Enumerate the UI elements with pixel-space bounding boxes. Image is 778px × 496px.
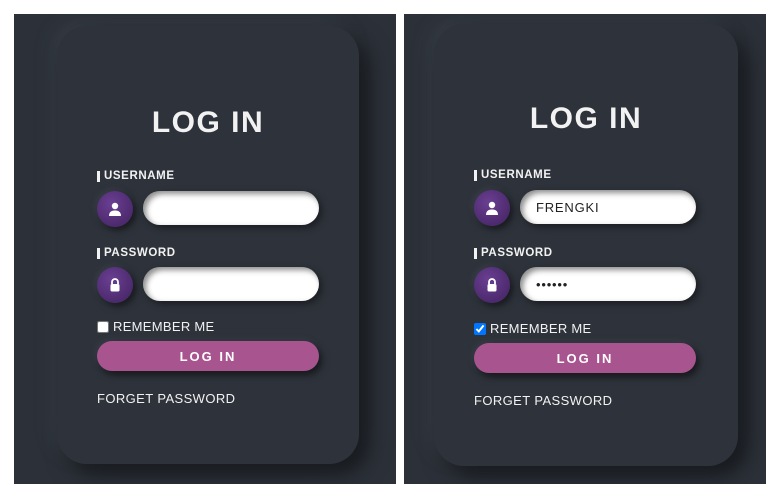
- username-field-wrapper: [520, 190, 696, 224]
- user-icon: [474, 190, 510, 226]
- lock-icon: [97, 267, 133, 303]
- remember-me-checkbox[interactable]: [474, 322, 486, 335]
- username-field-wrapper: [143, 191, 319, 225]
- label-marker: [97, 170, 100, 182]
- password-input[interactable]: [143, 267, 319, 301]
- password-label: PASSWORD: [97, 247, 176, 259]
- password-field-wrapper: [143, 267, 319, 301]
- label-marker: [474, 169, 477, 181]
- password-label: PASSWORD: [474, 247, 553, 259]
- page-title: LOG IN: [151, 106, 265, 139]
- login-card: LOG IN USERNAME PASSWORD: [434, 24, 738, 466]
- label-marker: [474, 247, 477, 259]
- forget-password-link[interactable]: FORGET PASSWORD: [474, 393, 612, 408]
- page-title: LOG IN: [529, 102, 643, 135]
- label-marker: [97, 247, 100, 259]
- password-input[interactable]: [520, 267, 696, 301]
- login-card: LOG IN USERNAME PASSWORD: [57, 26, 359, 464]
- username-label: USERNAME: [97, 170, 175, 182]
- remember-me[interactable]: REMEMBER ME: [474, 321, 592, 336]
- username-label: USERNAME: [474, 169, 552, 181]
- password-label-text: PASSWORD: [481, 247, 553, 259]
- username-input[interactable]: [520, 190, 696, 224]
- username-input[interactable]: [143, 191, 319, 225]
- forget-password-link[interactable]: FORGET PASSWORD: [97, 391, 235, 406]
- login-panel-filled: LOG IN USERNAME PASSWORD: [404, 14, 766, 484]
- remember-me-label: REMEMBER ME: [490, 321, 592, 336]
- password-field-wrapper: [520, 267, 696, 301]
- password-label-text: PASSWORD: [104, 247, 176, 259]
- login-panel-empty: LOG IN USERNAME PASSWORD REMEMBER ME LOG…: [14, 14, 396, 484]
- username-label-text: USERNAME: [481, 169, 552, 181]
- user-icon: [97, 191, 133, 227]
- lock-icon: [474, 267, 510, 303]
- remember-me-label: REMEMBER ME: [113, 319, 215, 334]
- remember-me[interactable]: REMEMBER ME: [97, 319, 215, 334]
- remember-me-checkbox[interactable]: [97, 320, 109, 333]
- login-button[interactable]: LOG IN: [97, 341, 319, 371]
- login-button[interactable]: LOG IN: [474, 343, 696, 373]
- username-label-text: USERNAME: [104, 170, 175, 182]
